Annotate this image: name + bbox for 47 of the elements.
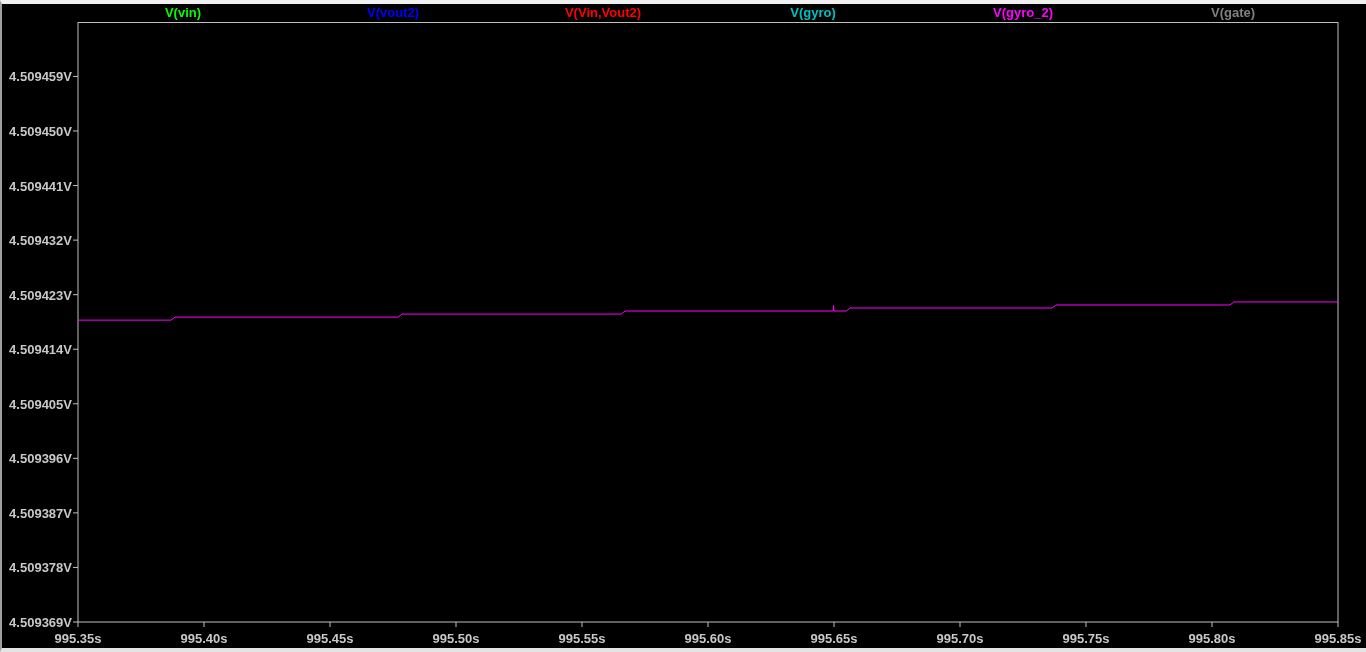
trace-label[interactable]: V(gyro_2) — [918, 4, 1128, 22]
x-tick-label: 995.45s — [306, 631, 354, 646]
tick-mark — [329, 621, 331, 628]
y-tick-label: 4.509432V — [9, 233, 72, 249]
y-tick-label: 4.509378V — [9, 560, 72, 576]
tick-mark — [72, 566, 79, 568]
tick-mark — [203, 621, 205, 628]
y-tick-label: 4.509414V — [9, 342, 72, 358]
x-tick-label: 995.35s — [54, 631, 102, 646]
x-tick-label: 995.70s — [936, 631, 984, 646]
tick-mark — [959, 621, 961, 628]
y-tick-label: 4.509450V — [9, 124, 72, 139]
tick-mark — [833, 621, 835, 628]
y-tick-label: 4.509387V — [9, 505, 72, 521]
tick-mark — [1337, 621, 1339, 628]
x-tick-label: 995.40s — [180, 631, 228, 646]
tick-mark — [72, 512, 79, 514]
tick-mark — [72, 130, 79, 132]
y-tick-label: 4.509441V — [9, 178, 72, 194]
y-tick-label: 4.509459V — [9, 69, 72, 85]
tick-mark — [72, 294, 79, 296]
y-tick-label: 4.509423V — [9, 287, 72, 303]
trace-label[interactable]: V(Vin,Vout2) — [498, 4, 708, 22]
trace-label[interactable]: V(vin) — [78, 4, 288, 22]
tick-mark — [72, 348, 79, 350]
tick-mark — [72, 185, 79, 187]
x-tick-label: 995.55s — [558, 631, 606, 646]
tick-mark — [1211, 621, 1213, 628]
tick-mark — [581, 621, 583, 628]
y-tick-label: 4.509396V — [9, 451, 72, 467]
trace-label[interactable]: V(gyro) — [708, 4, 918, 22]
tick-mark — [1085, 621, 1087, 628]
x-tick-label: 995.65s — [810, 631, 858, 646]
tick-mark — [455, 621, 457, 628]
y-tick-label: 4.509405V — [9, 396, 72, 412]
tick-mark — [72, 239, 79, 241]
x-tick-label: 995.60s — [684, 631, 732, 646]
y-tick-label: 4.509369V — [9, 615, 72, 630]
tick-mark — [707, 621, 709, 628]
x-tick-label: 995.85s — [1314, 631, 1362, 646]
tick-mark — [72, 457, 79, 459]
tick-mark — [72, 403, 79, 405]
x-tick-label: 995.50s — [432, 631, 480, 646]
tick-mark — [72, 75, 79, 77]
x-tick-label: 995.75s — [1062, 631, 1110, 646]
trace-label[interactable]: V(gate) — [1128, 4, 1338, 22]
x-tick-label: 995.80s — [1188, 631, 1236, 646]
